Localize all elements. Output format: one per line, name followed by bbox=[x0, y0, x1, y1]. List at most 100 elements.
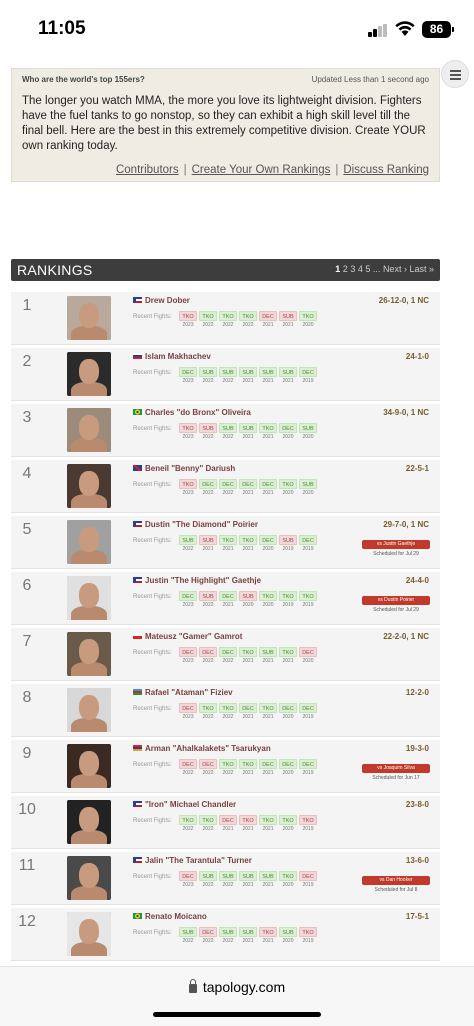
fight-result[interactable]: SUB 2022 bbox=[219, 927, 237, 944]
fighter-photo[interactable] bbox=[67, 520, 111, 564]
fighter-row[interactable]: 2 Islam Makhachev 24-1-0 Recent Fights: DEC 2… bbox=[11, 348, 440, 401]
fighter-row[interactable]: 10 "Iron" Michael Chandler 23-8-0 Recent Fi… bbox=[11, 796, 440, 849]
fighter-name-link[interactable]: Islam Makhachev bbox=[133, 352, 211, 361]
fight-result[interactable]: SUB 2020 bbox=[299, 479, 317, 496]
fighter-photo[interactable] bbox=[67, 352, 111, 396]
fight-result[interactable]: SUB 2021 bbox=[279, 367, 297, 384]
fight-result[interactable]: TKO 2020 bbox=[279, 815, 297, 832]
fight-result[interactable]: SUB 2021 bbox=[239, 367, 257, 384]
fight-result[interactable]: TKO 2019 bbox=[299, 927, 317, 944]
fight-result[interactable]: TKO 2021 bbox=[239, 535, 257, 552]
fight-result[interactable]: SUB 2022 bbox=[199, 423, 217, 440]
fighter-row[interactable]: 7 Mateusz "Gamer" Gamrot 22-2-0, 1 NC Recen… bbox=[11, 628, 440, 681]
fight-result[interactable]: SUB 2020 bbox=[239, 591, 257, 608]
fight-result[interactable]: TKO 2021 bbox=[239, 759, 257, 776]
fight-result[interactable]: DEC 2019 bbox=[299, 703, 317, 720]
address-bar[interactable]: tapology.com bbox=[0, 979, 474, 995]
fight-result[interactable]: TKO 2020 bbox=[279, 479, 297, 496]
fight-result[interactable]: TKO 2020 bbox=[279, 871, 297, 888]
fight-result[interactable]: SUB 2020 bbox=[299, 423, 317, 440]
fight-result[interactable]: DEC 2023 bbox=[179, 647, 197, 664]
fight-result[interactable]: SUB 2019 bbox=[279, 535, 297, 552]
upcoming-fight-button[interactable]: vs Joaquim Silva bbox=[362, 764, 430, 773]
fight-result[interactable]: DEC 2020 bbox=[279, 759, 297, 776]
fight-result[interactable]: DEC 2022 bbox=[179, 759, 197, 776]
fight-result[interactable]: SUB 2021 bbox=[259, 647, 277, 664]
page-2[interactable]: 2 bbox=[343, 264, 348, 274]
fight-result[interactable]: TKO 2021 bbox=[259, 703, 277, 720]
fighter-photo[interactable] bbox=[67, 408, 111, 452]
fight-result[interactable]: DEC 2019 bbox=[299, 535, 317, 552]
fight-result[interactable]: DEC 2020 bbox=[299, 647, 317, 664]
fighter-row[interactable]: 4 Beneil "Benny" Dariush 22-5-1 Recent Figh… bbox=[11, 460, 440, 513]
fight-result[interactable]: TKO 2023 bbox=[179, 479, 197, 496]
fight-result[interactable]: DEC 2022 bbox=[199, 647, 217, 664]
fight-result[interactable]: SUB 2022 bbox=[219, 423, 237, 440]
fighter-name-link[interactable]: Drew Dober bbox=[133, 296, 190, 305]
fight-result[interactable]: SUB 2022 bbox=[199, 591, 217, 608]
fighter-name-link[interactable]: Rafael "Ataman" Fiziev bbox=[133, 688, 233, 697]
fight-result[interactable]: TKO 2022 bbox=[199, 815, 217, 832]
fighter-row[interactable]: 12 Renato Moicano 17-5-1 Recent Fights: SUB 2… bbox=[11, 908, 440, 961]
fight-result[interactable]: SUB 2022 bbox=[179, 535, 197, 552]
fight-result[interactable]: DEC 2023 bbox=[179, 591, 197, 608]
fighter-name-link[interactable]: Beneil "Benny" Dariush bbox=[133, 464, 235, 473]
fight-result[interactable]: DEC 2023 bbox=[179, 703, 197, 720]
fighter-photo[interactable] bbox=[67, 632, 111, 676]
fighter-name-link[interactable]: Charles "do Bronx" Oliveira bbox=[133, 408, 251, 417]
fighter-name-link[interactable]: Jalin "The Tarantula" Turner bbox=[133, 856, 252, 865]
fight-result[interactable]: TKO 2022 bbox=[219, 703, 237, 720]
fighter-row[interactable]: 8 Rafael "Ataman" Fiziev 12-2-0 Recent Figh… bbox=[11, 684, 440, 737]
fight-result[interactable]: SUB 2022 bbox=[219, 367, 237, 384]
fight-result[interactable]: TKO 2021 bbox=[239, 647, 257, 664]
fight-result[interactable]: TKO 2021 bbox=[259, 423, 277, 440]
fight-result[interactable]: DEC 2021 bbox=[239, 479, 257, 496]
fight-result[interactable]: DEC 2021 bbox=[239, 703, 257, 720]
fight-result[interactable]: DEC 2023 bbox=[179, 367, 197, 384]
fight-result[interactable]: DEC 2020 bbox=[259, 535, 277, 552]
fighter-photo[interactable] bbox=[67, 688, 111, 732]
fight-result[interactable]: SUB 2020 bbox=[279, 927, 297, 944]
fight-result[interactable]: SUB 2021 bbox=[199, 535, 217, 552]
fight-result[interactable]: SUB 2022 bbox=[199, 871, 217, 888]
fight-result[interactable]: TKO 2021 bbox=[219, 535, 237, 552]
fighter-row[interactable]: 5 Dustin "The Diamond" Poirier 29-7-0, 1 N… bbox=[11, 516, 440, 569]
fighter-row[interactable]: 1 Drew Dober 26-12-0, 1 NC Recent Fights: TK… bbox=[11, 292, 440, 345]
fight-result[interactable]: TKO 2022 bbox=[219, 311, 237, 328]
fight-result[interactable]: DEC 2019 bbox=[299, 871, 317, 888]
fighter-name-link[interactable]: Justin "The Highlight" Gaethje bbox=[133, 576, 261, 585]
fight-result[interactable]: DEC 2022 bbox=[219, 647, 237, 664]
fight-result[interactable]: TKO 2023 bbox=[179, 423, 197, 440]
fight-result[interactable]: TKO 2020 bbox=[259, 591, 277, 608]
fighter-name-link[interactable]: Dustin "The Diamond" Poirier bbox=[133, 520, 258, 529]
next-page-link[interactable]: Next › bbox=[383, 264, 407, 274]
fight-result[interactable]: TKO 2022 bbox=[199, 311, 217, 328]
fight-result[interactable]: SUB 2022 bbox=[179, 927, 197, 944]
fight-result[interactable]: TKO 2019 bbox=[279, 591, 297, 608]
fight-result[interactable]: DEC 2021 bbox=[219, 815, 237, 832]
fighter-photo[interactable] bbox=[67, 856, 111, 900]
hamburger-menu-icon[interactable] bbox=[441, 60, 469, 88]
fight-result[interactable]: DEC 2022 bbox=[219, 479, 237, 496]
create-rankings-link[interactable]: Create Your Own Rankings bbox=[192, 164, 331, 176]
fighter-row[interactable]: 9 Arman "Ahalkalakets" Tsarukyan 19-3-0 Rec… bbox=[11, 740, 440, 793]
fight-result[interactable]: SUB 2022 bbox=[199, 367, 217, 384]
fighter-name-link[interactable]: Renato Moicano bbox=[133, 912, 207, 921]
upcoming-fight-button[interactable]: vs Dustin Poirier bbox=[362, 596, 430, 605]
fight-result[interactable]: DEC 2023 bbox=[179, 871, 197, 888]
fight-result[interactable]: SUB 2021 bbox=[259, 367, 277, 384]
fight-result[interactable]: SUB 2021 bbox=[259, 871, 277, 888]
fight-result[interactable]: DEC 2021 bbox=[219, 591, 237, 608]
fight-result[interactable]: SUB 2021 bbox=[239, 871, 257, 888]
fight-result[interactable]: SUB 2021 bbox=[239, 927, 257, 944]
fight-result[interactable]: TKO 2022 bbox=[179, 815, 197, 832]
fight-result[interactable]: DEC 2019 bbox=[299, 367, 317, 384]
fight-result[interactable]: SUB 2021 bbox=[239, 423, 257, 440]
fighter-photo[interactable] bbox=[67, 576, 111, 620]
fight-result[interactable]: DEC 2020 bbox=[279, 703, 297, 720]
contributors-link[interactable]: Contributors bbox=[116, 164, 179, 176]
fight-result[interactable]: TKO 2021 bbox=[259, 927, 277, 944]
upcoming-fight-button[interactable]: vs Dan Hooker bbox=[362, 876, 430, 885]
page-3[interactable]: 3 bbox=[350, 264, 355, 274]
fight-result[interactable]: TKO 2020 bbox=[299, 311, 317, 328]
